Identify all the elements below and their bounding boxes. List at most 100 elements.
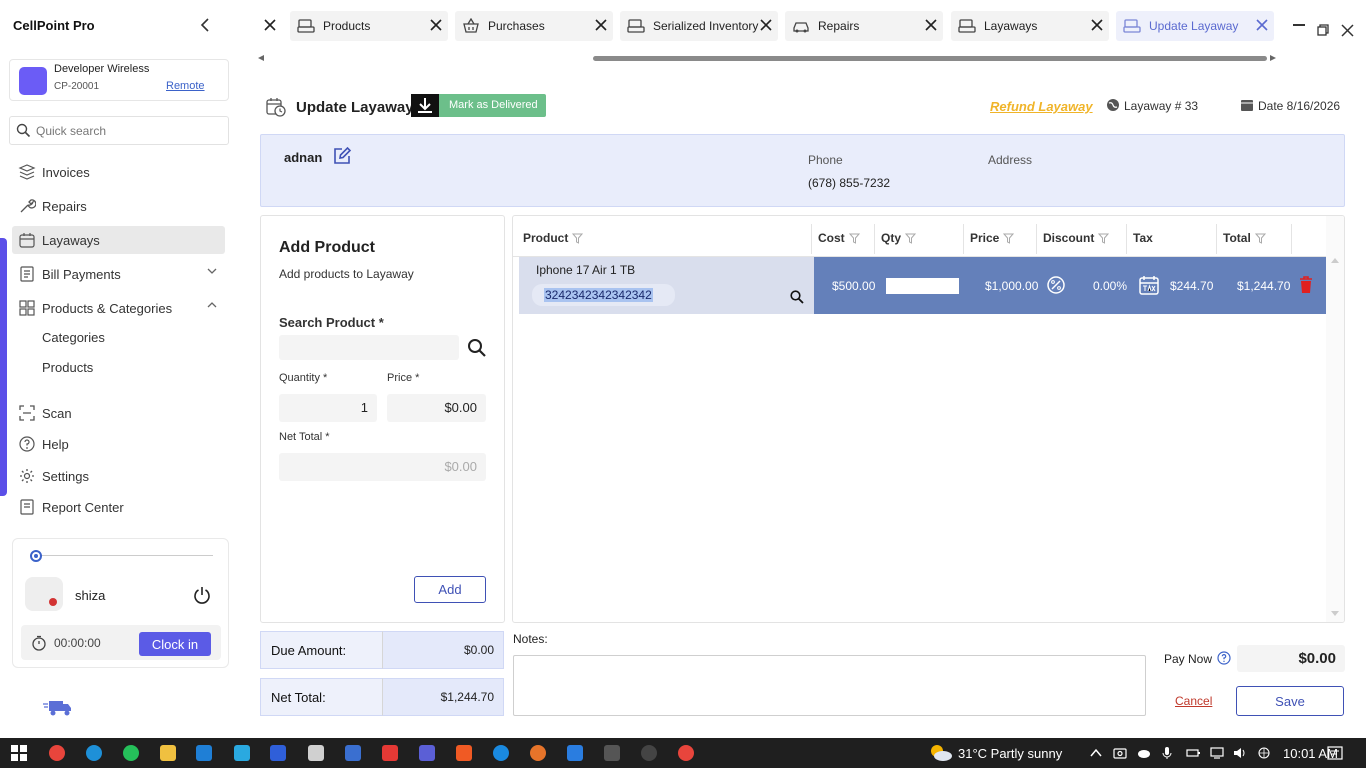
sidebar-item-report-center[interactable]: Report Center (12, 493, 225, 521)
app-icon[interactable] (270, 745, 286, 761)
file-explorer-icon[interactable] (160, 745, 176, 761)
tab-scrollbar-thumb[interactable] (593, 56, 1267, 61)
notifications-icon[interactable] (1327, 746, 1343, 760)
help-icon[interactable] (1217, 651, 1231, 665)
close-icon[interactable] (430, 19, 442, 31)
price-input[interactable]: $0.00 (387, 394, 486, 422)
product-search-input[interactable] (279, 335, 459, 360)
truck-icon[interactable] (42, 698, 74, 718)
weather-icon[interactable] (927, 743, 953, 763)
quantity-input[interactable]: 1 (279, 394, 377, 422)
language-icon[interactable] (1257, 747, 1271, 759)
sidebar-subitem-products[interactable]: Products (42, 360, 93, 375)
sidebar-item-bill-payments[interactable]: Bill Payments (12, 260, 225, 288)
chevron-up-icon[interactable] (1089, 747, 1103, 759)
app-icon[interactable] (382, 745, 398, 761)
row-qty-input[interactable] (886, 278, 959, 294)
filter-icon[interactable] (848, 233, 860, 244)
tab-repairs[interactable]: Repairs (785, 11, 943, 41)
row-serial-input[interactable]: 3242342342342342 (532, 284, 675, 306)
sidebar-item-products-categories[interactable]: Products & Categories (12, 294, 225, 322)
sidebar-item-settings[interactable]: Settings (12, 462, 225, 490)
app-icon[interactable] (641, 745, 657, 761)
column-header-discount[interactable]: Discount (1043, 231, 1110, 245)
close-icon[interactable] (263, 18, 277, 32)
sidebar-subitem-categories[interactable]: Categories (42, 330, 105, 345)
mark-delivered-button[interactable]: Mark as Delivered (411, 94, 546, 117)
chrome-icon[interactable] (678, 745, 694, 761)
close-window-button[interactable] (1341, 24, 1354, 37)
close-icon[interactable] (1256, 19, 1268, 31)
calculator-icon[interactable] (604, 745, 620, 761)
app-icon[interactable] (567, 745, 583, 761)
microphone-icon[interactable] (1160, 747, 1174, 759)
account-card[interactable]: Developer Wireless CP-20001 Remote (9, 59, 229, 101)
filter-icon[interactable] (1003, 233, 1015, 244)
close-icon[interactable] (595, 19, 607, 31)
column-header-total[interactable]: Total (1223, 231, 1266, 245)
close-icon[interactable] (760, 19, 772, 31)
filter-icon[interactable] (572, 233, 584, 244)
app-icon[interactable] (493, 745, 509, 761)
tax-icon[interactable] (1138, 274, 1160, 296)
app-icon[interactable] (234, 745, 250, 761)
tab-layaways[interactable]: Layaways (951, 11, 1109, 41)
filter-icon[interactable] (1254, 233, 1266, 244)
chrome-icon[interactable] (49, 745, 65, 761)
quick-search-box[interactable] (9, 116, 229, 145)
teams-icon[interactable] (419, 745, 435, 761)
brave-icon[interactable] (456, 745, 472, 761)
filter-icon[interactable] (905, 233, 917, 244)
status-slider-knob[interactable] (30, 550, 42, 562)
volume-icon[interactable] (1233, 747, 1247, 759)
power-icon[interactable] (192, 585, 212, 605)
close-icon[interactable] (1091, 19, 1103, 31)
edit-icon[interactable] (332, 146, 352, 166)
tab-purchases[interactable]: Purchases (455, 11, 613, 41)
cloud-icon[interactable] (1137, 747, 1151, 759)
column-header-tax[interactable]: Tax (1133, 231, 1153, 245)
tab-products[interactable]: Products (290, 11, 448, 41)
add-button[interactable]: Add (414, 576, 486, 603)
edge-icon[interactable] (86, 745, 102, 761)
app-icon[interactable] (308, 745, 324, 761)
tab-serialized-inventory[interactable]: Serialized Inventory (620, 11, 778, 41)
clock-in-button[interactable]: Clock in (139, 632, 211, 656)
column-header-product[interactable]: Product (523, 231, 584, 245)
start-icon[interactable] (11, 745, 27, 761)
save-button[interactable]: Save (1236, 686, 1344, 716)
filter-icon[interactable] (1098, 233, 1110, 244)
sidebar-item-repairs[interactable]: Repairs (12, 192, 225, 220)
sidebar-item-layaways[interactable]: Layaways (12, 226, 225, 254)
store-icon[interactable] (196, 745, 212, 761)
column-header-price[interactable]: Price (970, 231, 1015, 245)
remote-link[interactable]: Remote (166, 80, 205, 92)
app-icon[interactable] (530, 745, 546, 761)
cancel-link[interactable]: Cancel (1175, 694, 1212, 708)
battery-icon[interactable] (1186, 747, 1200, 759)
notes-textarea[interactable] (513, 655, 1146, 716)
search-icon[interactable] (790, 290, 804, 304)
tab-update-layaway[interactable]: Update Layaway (1116, 11, 1274, 41)
sidebar-item-scan[interactable]: Scan (12, 399, 225, 427)
camera-icon[interactable] (1113, 747, 1127, 759)
quick-search-input[interactable] (36, 122, 221, 140)
sidebar-item-invoices[interactable]: Invoices (12, 158, 225, 186)
trash-icon[interactable] (1299, 276, 1313, 294)
whatsapp-icon[interactable] (123, 745, 139, 761)
grid-scrollbar[interactable] (1326, 216, 1344, 622)
refund-layaway-link[interactable]: Refund Layaway (990, 99, 1093, 114)
sidebar-item-help[interactable]: Help (12, 430, 225, 458)
search-icon[interactable] (467, 338, 487, 358)
pay-now-input[interactable]: $0.00 (1237, 645, 1345, 672)
restore-window-button[interactable] (1317, 24, 1329, 36)
weather-text[interactable]: 31°C Partly sunny (958, 746, 1062, 761)
minimize-window-button[interactable] (1293, 24, 1305, 26)
column-header-cost[interactable]: Cost (818, 231, 860, 245)
app-icon[interactable] (345, 745, 361, 761)
discount-icon[interactable] (1046, 275, 1066, 295)
close-icon[interactable] (925, 19, 937, 31)
column-header-qty[interactable]: Qty (881, 231, 917, 245)
network-icon[interactable] (1210, 747, 1224, 759)
collapse-sidebar-icon[interactable] (200, 18, 214, 34)
